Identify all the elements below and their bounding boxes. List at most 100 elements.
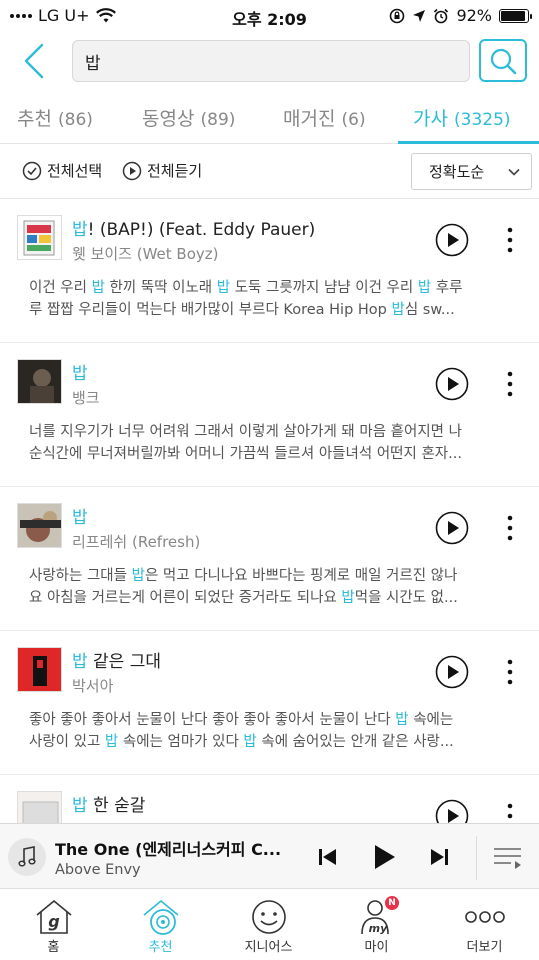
title-rest: 같은 그대: [87, 652, 162, 672]
tab-label: 추천: [17, 108, 52, 130]
search-query: 밥: [85, 53, 101, 74]
svg-text:my: my: [368, 922, 387, 935]
battery-icon: [499, 8, 532, 23]
title-rest: 한 숟갈: [87, 796, 146, 816]
lyric-snippet[interactable]: 사랑하는 그대들 밥은 먹고 다니나요 바쁘다는 핑계로 매일 거르진 않나 요…: [29, 565, 513, 609]
home-g-icon: g: [34, 898, 74, 936]
play-icon[interactable]: [435, 367, 469, 401]
nav-label: 홈: [47, 940, 60, 955]
nav-more[interactable]: 더보기: [431, 890, 538, 960]
select-all-button[interactable]: 전체선택: [22, 160, 102, 181]
more-options-icon[interactable]: [500, 513, 520, 543]
lyric-snippet[interactable]: 너를 지우기가 너무 어려워 그래서 이렇게 살아가게 돼 마음 흩어지면 나 …: [29, 421, 513, 465]
lyrics-result-item[interactable]: 밥! (BAP!) (Feat. Eddy Pauer) 웻 보이즈 (Wet …: [0, 199, 539, 343]
lyrics-result-item[interactable]: 밥 리프레쉬 (Refresh) 사랑하는 그대들 밥은 먹고 다니나요 바쁘다…: [0, 487, 539, 631]
tab-count: (6): [341, 110, 366, 130]
play-all-button[interactable]: 전체듣기: [122, 160, 202, 181]
location-arrow-icon: [413, 9, 426, 22]
lyrics-result-item[interactable]: 밥 같은 그대 박서아 좋아 좋아 좋아서 눈물이 난다 좋아 좋아 좋아서 눈…: [0, 631, 539, 775]
lyric-line: 사랑이 있고 밥 속에는 엄마가 있다 밥 속에 숨어있는 안개 같은 사랑..…: [29, 731, 513, 753]
play-all-label: 전체듣기: [147, 162, 203, 180]
lyric-text: 한끼 뚝딱 이노래: [104, 280, 217, 296]
back-button[interactable]: [18, 42, 52, 80]
album-art-thumbnail[interactable]: [17, 647, 62, 692]
artist-name[interactable]: 뱅크: [72, 387, 100, 408]
keyword-highlight: 밥: [391, 302, 405, 318]
lyric-snippet[interactable]: 이건 우리 밥 한끼 뚝딱 이노래 밥 도둑 그릇까지 냠냠 이건 우리 밥 후…: [29, 277, 513, 321]
nav-recommend[interactable]: 추천: [107, 890, 214, 960]
keyword-highlight: 밥: [91, 280, 105, 296]
song-title[interactable]: 밥: [72, 503, 88, 528]
play-circle-icon: [122, 161, 142, 180]
song-title[interactable]: 밥 같은 그대: [72, 647, 161, 672]
artist-name[interactable]: 리프레쉬 (Refresh): [72, 531, 200, 552]
chevron-down-icon: [508, 168, 520, 176]
more-options-icon[interactable]: [500, 369, 520, 399]
play-icon[interactable]: [435, 655, 469, 689]
lyric-line: 루 짭짭 우리들이 먹는다 배가많이 부르다 Korea Hip Hop 밥심 …: [29, 299, 513, 321]
keyword-highlight: 밥: [243, 734, 257, 750]
player-divider: [476, 836, 477, 880]
lyric-snippet[interactable]: 좋아 좋아 좋아서 눈물이 난다 좋아 좋아 좋아서 눈물이 난다 밥 속에는 …: [29, 709, 513, 753]
tab-label: 매거진: [283, 108, 336, 130]
lyric-text: 도둑 그릇까지 냠냠 이건 우리: [230, 280, 418, 296]
tab-count: (86): [58, 110, 93, 130]
title-keyword: 밥: [72, 796, 88, 816]
more-options-icon[interactable]: [500, 225, 520, 255]
nav-label: 지니어스: [244, 940, 293, 955]
lyric-text: 은 먹고 다니나요 바쁘다는 핑계로 매일 거르진 않나: [144, 568, 458, 584]
previous-track-icon[interactable]: [318, 848, 338, 866]
status-bar: LG U+ 오후 2:09 92%: [0, 0, 539, 32]
lyrics-result-item[interactable]: 밥 뱅크 너를 지우기가 너무 어려워 그래서 이렇게 살아가게 돼 마음 흩어…: [0, 343, 539, 487]
tab-label: 동영상: [142, 108, 195, 130]
keyword-highlight: 밥: [417, 280, 432, 296]
lyric-line: 사랑하는 그대들 밥은 먹고 다니나요 바쁘다는 핑계로 매일 거르진 않나: [29, 565, 513, 587]
nav-genius[interactable]: 지니어스: [215, 890, 322, 960]
lyric-text: 심 sw...: [404, 302, 455, 318]
tab-count: (3325): [454, 110, 511, 130]
album-art-thumbnail[interactable]: [17, 359, 62, 404]
search-input[interactable]: 밥: [72, 40, 470, 82]
title-keyword: 밥: [72, 508, 88, 528]
lyric-text: 먹을 시간도 없...: [354, 590, 458, 606]
chevron-left-icon: [24, 43, 44, 79]
active-tab-indicator: [398, 141, 539, 144]
select-all-label: 전체선택: [47, 162, 103, 180]
nav-label: 마이: [364, 940, 389, 955]
song-title[interactable]: 밥: [72, 359, 88, 384]
new-badge: N: [385, 896, 399, 910]
keyword-highlight: 밥: [216, 280, 231, 296]
title-rest: ! (BAP!) (Feat. Eddy Pauer): [87, 220, 316, 240]
sort-dropdown[interactable]: 정확도순: [411, 153, 532, 190]
lyric-line: 너를 지우기가 너무 어려워 그래서 이렇게 살아가게 돼 마음 흩어지면 나: [29, 421, 513, 443]
lyric-text: 후루: [431, 280, 463, 296]
nav-my[interactable]: my N 마이: [323, 890, 430, 960]
song-title[interactable]: 밥! (BAP!) (Feat. Eddy Pauer): [72, 215, 315, 240]
play-icon[interactable]: [435, 223, 469, 257]
nav-label: 더보기: [466, 940, 503, 955]
lyric-text: 좋아 좋아 좋아서 눈물이 난다 좋아 좋아 좋아서 눈물이 난다: [29, 712, 396, 728]
tab-lyrics[interactable]: 가사 (3325): [413, 104, 511, 131]
more-options-icon[interactable]: [500, 657, 520, 687]
title-keyword: 밥: [72, 652, 88, 672]
tab-magazine[interactable]: 매거진 (6): [283, 104, 366, 131]
lyric-text: 요 아침을 거르는게 어른이 되었단 증거라도 되나요: [29, 590, 342, 606]
album-art-thumbnail[interactable]: [17, 215, 62, 260]
mini-player[interactable]: The One (엔제리너스커피 C... Above Envy: [0, 823, 539, 889]
song-title[interactable]: 밥 한 숟갈: [72, 791, 145, 816]
search-button[interactable]: [479, 39, 527, 82]
artist-name[interactable]: 박서아: [72, 675, 113, 696]
play-icon[interactable]: [373, 844, 397, 870]
check-circle-icon: [22, 161, 42, 180]
next-track-icon[interactable]: [429, 848, 449, 866]
playlist-icon[interactable]: [493, 846, 523, 870]
search-tabs: 추천 (86) 동영상 (89) 매거진 (6) 가사 (3325): [0, 96, 539, 144]
tab-recommend[interactable]: 추천 (86): [17, 104, 93, 131]
play-icon[interactable]: [435, 511, 469, 545]
tab-video[interactable]: 동영상 (89): [142, 104, 235, 131]
artist-name[interactable]: 웻 보이즈 (Wet Boyz): [72, 243, 219, 264]
nav-home[interactable]: g 홈: [0, 890, 107, 960]
lyric-text: 이건 우리: [29, 280, 92, 296]
lyric-line: 요 아침을 거르는게 어른이 되었단 증거라도 되나요 밥먹을 시간도 없...: [29, 587, 513, 609]
album-art-thumbnail[interactable]: [17, 503, 62, 548]
